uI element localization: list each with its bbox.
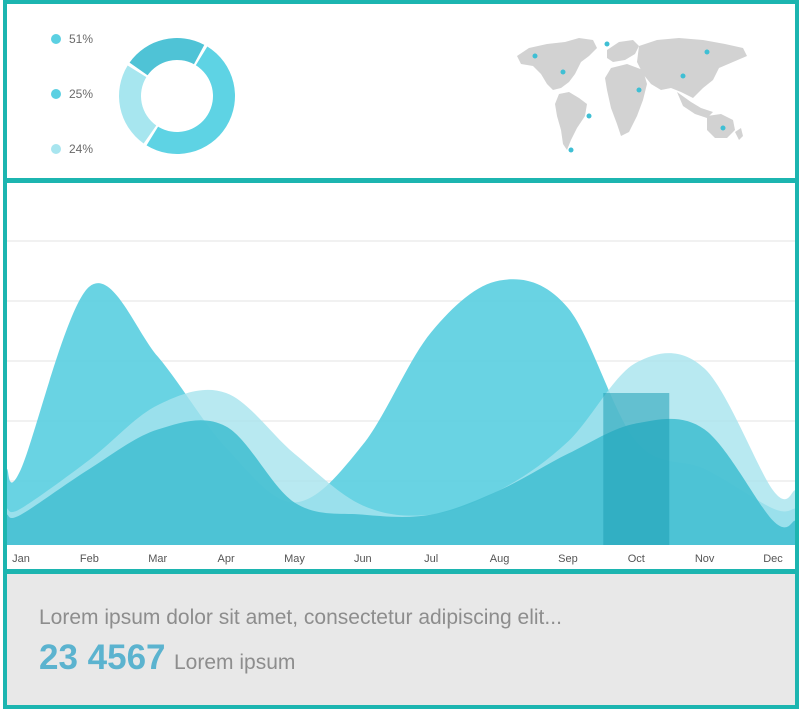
footer-description: Lorem ipsum dolor sit amet, consectetur … [39, 606, 562, 629]
month-label: Oct [628, 553, 645, 565]
footer-stat: 23 4567 Lorem ipsum [39, 638, 295, 678]
legend-label: 24% [69, 142, 94, 156]
highlight-band [603, 393, 670, 545]
area-chart: Jan Feb Mar Apr May Jun Jul Aug Sep Oct Nov Dec [7, 240, 795, 565]
map-land [517, 38, 747, 150]
month-label: Jun [354, 553, 372, 565]
month-label: Sep [558, 553, 578, 565]
area-chart-panel: Jan Feb Mar Apr May Jun Jul Aug Sep Oct Nov Dec [3, 179, 799, 573]
x-axis-labels: Jan Feb Mar Apr May Jun Jul Aug Sep Oct Nov Dec [12, 553, 783, 565]
month-label: Feb [80, 553, 99, 565]
legend-label: 25% [69, 87, 94, 101]
month-label: Jul [424, 553, 438, 565]
donut-chart [118, 37, 236, 155]
footer-caption: Lorem ipsum [173, 651, 296, 674]
footer-number: 23 4567 [39, 638, 166, 677]
month-label: Apr [218, 553, 235, 565]
month-label: Dec [763, 553, 783, 565]
legend-dot [51, 144, 61, 154]
legend-label: 51% [69, 32, 94, 46]
month-label: May [284, 553, 305, 565]
month-label: Nov [695, 553, 715, 565]
legend-item: 25% [51, 87, 93, 101]
footer-panel: Lorem ipsum dolor sit amet, consectetur … [3, 570, 799, 709]
area-series [7, 279, 795, 545]
legend-item: 51% [51, 32, 93, 46]
summary-panel: 51% 25% 24% [3, 0, 799, 182]
month-label: Jan [12, 553, 30, 565]
legend-item: 24% [51, 142, 93, 156]
legend-dot [51, 34, 61, 44]
donut-slice [129, 37, 205, 76]
month-label: Mar [148, 553, 167, 565]
donut-slice [118, 65, 157, 144]
month-label: Aug [490, 553, 510, 565]
world-map [517, 38, 747, 153]
legend-dot [51, 89, 61, 99]
